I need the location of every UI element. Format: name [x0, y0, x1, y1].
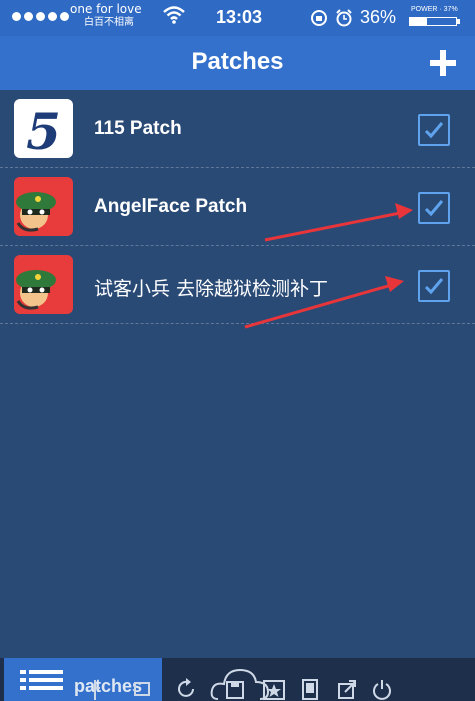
battery-fill — [410, 18, 428, 25]
status-bar: one for love 白百不相离 13:03 36% POWER · 37% — [0, 0, 475, 36]
wifi-icon — [163, 6, 185, 24]
checkmark-icon — [424, 122, 444, 139]
patch-label: 试客小兵 去除越狱检测补丁 — [94, 278, 329, 300]
carrier-line2: 白百不相离 — [84, 17, 134, 28]
rotation-lock-icon — [311, 10, 327, 26]
patch-row-angelface[interactable]: AngelFace Patch — [0, 168, 475, 246]
add-patch-button[interactable] — [428, 48, 458, 78]
tree-icon[interactable] — [92, 678, 102, 700]
battery-icon: POWER · 37% — [409, 6, 461, 28]
save-icon[interactable] — [225, 678, 245, 700]
five-logo-text: 5 — [26, 102, 61, 158]
carrier-line1: one for love — [70, 2, 142, 16]
patch-list: 5 115 Patch AngelFace Patch 试客小兵 去除越狱检测补… — [0, 90, 475, 324]
patch-checkbox[interactable] — [418, 114, 450, 146]
patch-row-115[interactable]: 5 115 Patch — [0, 90, 475, 168]
star-icon[interactable] — [263, 678, 285, 700]
power-icon[interactable] — [372, 678, 392, 700]
battery-percent: 36% — [360, 7, 397, 27]
patch-label: 115 Patch — [94, 118, 182, 139]
checkmark-icon — [424, 278, 444, 295]
patch-checkbox[interactable] — [418, 270, 450, 302]
list-icon — [20, 670, 63, 690]
carrier-name: one for love 白百不相离 — [70, 3, 142, 29]
alarm-icon — [336, 9, 352, 27]
signal-dots-icon — [12, 12, 69, 21]
battery-label: POWER · 37% — [411, 6, 458, 13]
navigation-bar: Patches — [0, 36, 475, 90]
window-icon[interactable] — [133, 678, 151, 698]
five-logo-icon: 5 — [14, 99, 73, 158]
tablet-icon[interactable] — [301, 678, 319, 700]
refresh-icon[interactable] — [177, 678, 197, 700]
patch-checkbox[interactable] — [418, 192, 450, 224]
export-icon[interactable] — [337, 678, 357, 700]
tab-patches-label: patches — [74, 676, 143, 696]
patch-row-shike[interactable]: 试客小兵 去除越狱检测补丁 — [0, 246, 475, 324]
bottom-toolbar: patches — [0, 658, 475, 701]
soldier-logo-icon — [14, 177, 73, 236]
soldier-logo-icon — [14, 255, 73, 314]
page-title: Patches — [191, 48, 284, 75]
clock: 13:03 — [216, 7, 263, 27]
patch-label: AngelFace Patch — [94, 196, 248, 217]
checkmark-icon — [424, 200, 444, 217]
